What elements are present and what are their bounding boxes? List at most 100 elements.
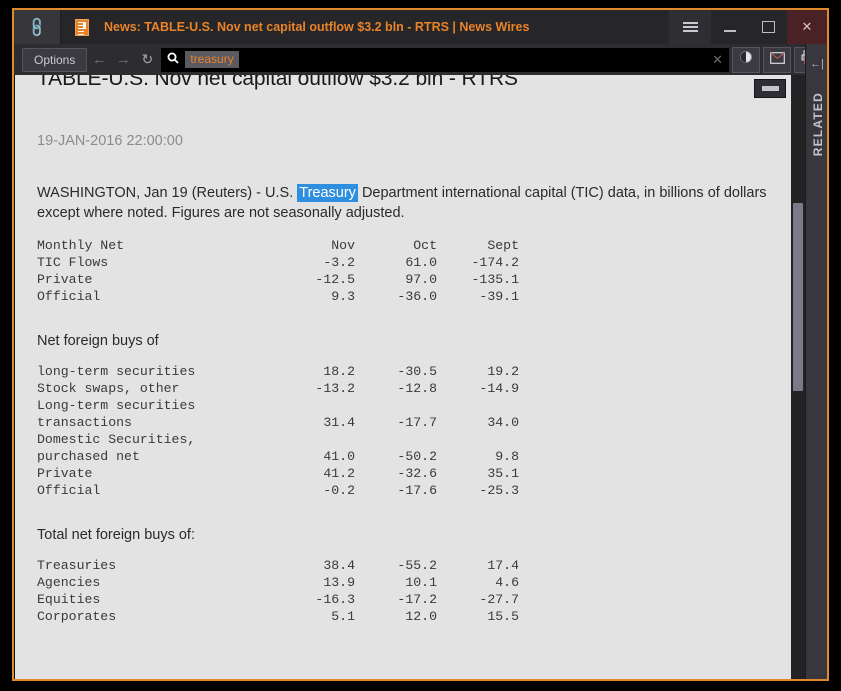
row-label: Long-term securities (37, 398, 196, 413)
article-timestamp: 19-JAN-2016 22:00:00 (37, 133, 183, 149)
row-value: -50.2 (397, 449, 437, 464)
related-panel-label: RELATED (811, 92, 825, 157)
row-value: -0.2 (323, 483, 355, 498)
lede-text-before: WASHINGTON, Jan 19 (Reuters) - U.S. (37, 185, 298, 201)
table-net-foreign-buys: long-term securities 18.2 -30.5 19.2 Sto… (37, 363, 519, 499)
document-minimize-icon (761, 86, 779, 91)
collapse-panel-icon[interactable]: ←| (806, 58, 827, 70)
table-row: Agencies 13.9 10.1 4.6 (37, 574, 519, 591)
column-header-oct: Oct (413, 238, 437, 253)
table-monthly-net: Monthly Net Nov Oct Sept TIC Flows -3.2 … (37, 237, 519, 305)
row-value: -30.5 (397, 364, 437, 379)
row-label: Treasuries (37, 558, 117, 573)
minimize-button[interactable] (711, 10, 749, 44)
row-value: 18.2 (323, 364, 355, 379)
search-match-highlight: Treasury (297, 184, 358, 202)
row-value: -17.6 (397, 483, 437, 498)
row-value: -17.7 (397, 415, 437, 430)
row-label: Agencies (37, 575, 101, 590)
row-value: -55.2 (397, 558, 437, 573)
back-button[interactable]: ← (87, 51, 111, 68)
row-value: 31.4 (323, 415, 355, 430)
maximize-icon (761, 21, 775, 33)
document-minimize-button[interactable] (754, 79, 786, 98)
document-icon (61, 10, 97, 44)
article: TABLE-U.S. Nov net capital outflow $3.2 … (15, 75, 777, 625)
row-value: -174.2 (471, 255, 519, 270)
table-row: Private -12.5 97.0 -135.1 (37, 271, 519, 288)
row-value: -135.1 (471, 272, 519, 287)
close-button[interactable]: ✕ (787, 10, 827, 44)
table-row: Treasuries 38.4 -55.2 17.4 (37, 557, 519, 574)
row-value: -39.1 (479, 289, 519, 304)
related-panel[interactable]: ←| RELATED (805, 44, 827, 679)
table-row: long-term securities 18.2 -30.5 19.2 (37, 363, 519, 380)
row-value: -3.2 (323, 255, 355, 270)
row-value: -16.3 (315, 592, 355, 607)
search-input[interactable]: treasury (185, 51, 239, 68)
table-row: Equities -16.3 -17.2 -27.7 (37, 591, 519, 608)
article-headline: TABLE-U.S. Nov net capital outflow $3.2 … (37, 75, 518, 90)
clear-search-icon[interactable]: ✕ (712, 52, 723, 68)
row-value: 9.8 (495, 449, 519, 464)
table-row: transactions 31.4 -17.7 34.0 (37, 414, 519, 431)
row-value: 15.5 (487, 609, 519, 624)
row-value: 61.0 (405, 255, 437, 270)
row-label: Stock swaps, other (37, 381, 180, 396)
row-label: Equities (37, 592, 101, 607)
row-value: -25.3 (479, 483, 519, 498)
row-value: 19.2 (487, 364, 519, 379)
contrast-toggle-icon (739, 50, 753, 69)
vertical-scrollbar[interactable] (791, 75, 805, 679)
news-window: 🔗 News: TABLE-U.S. Nov net capital outfl… (12, 8, 829, 681)
row-value: -12.5 (315, 272, 355, 287)
row-value: 34.0 (487, 415, 519, 430)
screen: 🔗 News: TABLE-U.S. Nov net capital outfl… (0, 0, 841, 691)
table-row: Stock swaps, other -13.2 -12.8 -14.9 (37, 380, 519, 397)
hamburger-menu-icon (682, 20, 698, 34)
row-value (273, 431, 355, 448)
row-label: Official (37, 483, 101, 498)
window-title: News: TABLE-U.S. Nov net capital outflow… (104, 20, 530, 34)
table-row: Official 9.3 -36.0 -39.1 (37, 288, 519, 305)
table-row: Domestic Securities, (37, 431, 519, 448)
table-row: purchased net 41.0 -50.2 9.8 (37, 448, 519, 465)
row-label: Private (37, 466, 93, 481)
link-button[interactable]: 🔗 (14, 10, 61, 44)
options-button[interactable]: Options (22, 47, 88, 72)
forward-button[interactable]: → (111, 51, 135, 68)
row-value: 35.1 (487, 466, 519, 481)
column-header-sept: Sept (487, 238, 519, 253)
title-bar: 🔗 News: TABLE-U.S. Nov net capital outfl… (14, 10, 827, 44)
row-value: 97.0 (405, 272, 437, 287)
search-icon (161, 52, 185, 67)
row-label: Private (37, 272, 93, 287)
toolbar: Options ← → ↻ treasury ✕ (14, 44, 827, 75)
minimize-icon (724, 29, 736, 32)
section-header-total-net-foreign-buys: Total net foreign buys of: (37, 527, 195, 543)
row-value: -14.9 (479, 381, 519, 396)
close-icon: ✕ (801, 19, 813, 34)
mail-button[interactable] (763, 46, 791, 73)
chain-link-icon: 🔗 (25, 15, 49, 39)
reload-button[interactable]: ↻ (135, 51, 159, 68)
row-label: purchased net (37, 449, 140, 464)
row-label: transactions (37, 415, 132, 430)
maximize-button[interactable] (749, 10, 787, 44)
row-label: long-term securities (37, 364, 196, 379)
row-value (437, 397, 519, 414)
table-total-net-foreign-buys: Treasuries 38.4 -55.2 17.4 Agencies 13.9… (37, 557, 519, 625)
row-value: -32.6 (397, 466, 437, 481)
hamburger-menu-button[interactable] (669, 10, 711, 44)
article-lede: WASHINGTON, Jan 19 (Reuters) - U.S. Trea… (37, 183, 777, 223)
search-bar[interactable]: treasury ✕ (161, 47, 729, 72)
contrast-toggle-button[interactable] (732, 46, 760, 73)
scrollbar-thumb[interactable] (793, 203, 803, 391)
section-header-net-foreign-buys: Net foreign buys of (37, 333, 159, 349)
column-header-nov: Nov (331, 238, 355, 253)
document-area: TABLE-U.S. Nov net capital outflow $3.2 … (14, 75, 792, 679)
section-header-label: Monthly Net (37, 238, 125, 253)
row-value: -12.8 (397, 381, 437, 396)
row-label: Official (37, 289, 101, 304)
row-value: 41.2 (323, 466, 355, 481)
